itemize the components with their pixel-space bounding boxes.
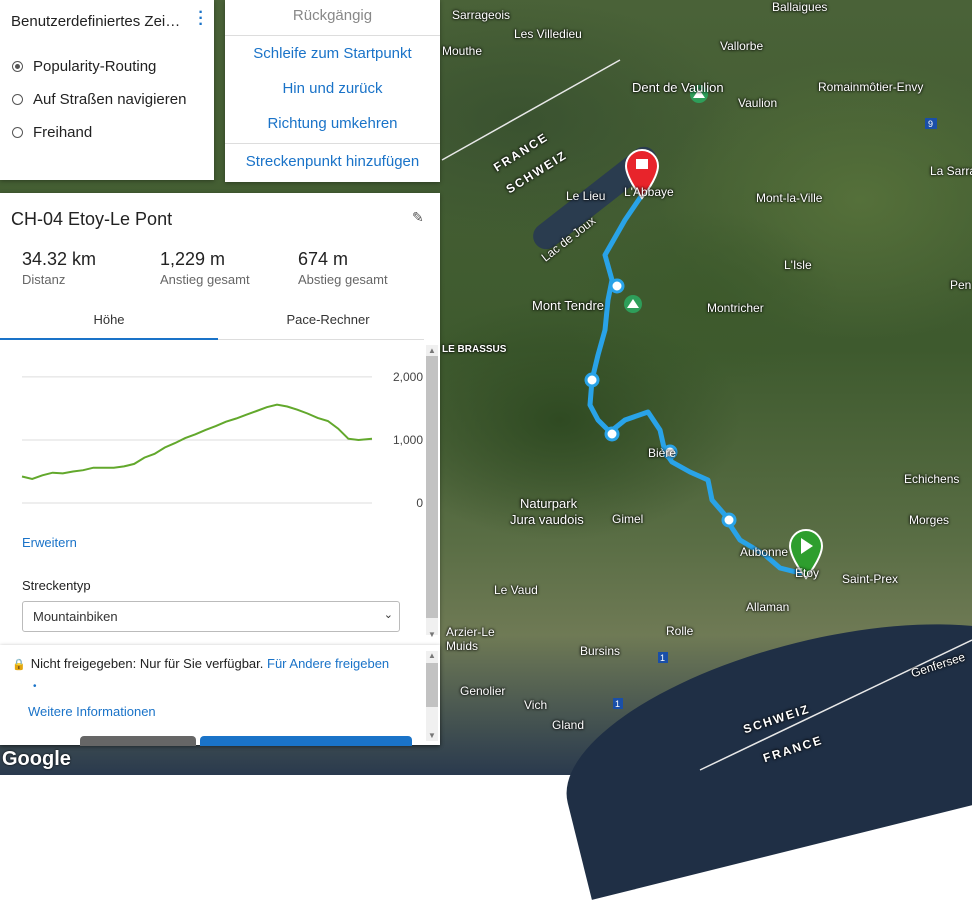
map-label: Morges <box>909 513 950 527</box>
map-label: Allaman <box>746 600 790 614</box>
route-type-value: Mountainbiken <box>33 609 118 624</box>
map-label: Genolier <box>460 684 506 698</box>
map-label: Etoy <box>795 566 820 580</box>
y-tick-label: 1,000 <box>393 433 423 447</box>
cancel-button[interactable] <box>80 736 196 746</box>
menu-divider <box>225 35 440 36</box>
share-status: 🔒 Nicht freigegeben: Nur für Sie verfügba… <box>12 656 389 671</box>
more-info-link[interactable]: Weitere Informationen <box>28 704 156 719</box>
route-type-label: Streckentyp <box>22 578 91 593</box>
y-tick-label: 0 <box>416 496 423 510</box>
radio-popularity-routing[interactable]: Popularity-Routing <box>12 58 156 75</box>
map-label: Gland <box>552 718 585 732</box>
share-with-others-link[interactable]: Für Andere freigeben <box>267 656 389 671</box>
undo-button[interactable]: Rückgängig <box>225 7 440 24</box>
map-label: Le Vaud <box>494 583 538 597</box>
map-label: Gimel <box>612 512 644 526</box>
route-type-select[interactable]: Mountainbiken ⌄ <box>22 601 400 632</box>
edit-pencil-icon[interactable]: ✎ <box>412 209 424 226</box>
share-status-text: Nicht freigegeben: Nur für Sie verfügbar… <box>30 656 264 671</box>
active-tab-indicator <box>0 338 218 340</box>
mountain-poi-icon <box>624 295 642 313</box>
scroll-up-icon[interactable]: ▲ <box>428 346 436 355</box>
map-label: Rolle <box>666 624 694 638</box>
waypoint <box>609 278 625 294</box>
lock-icon: 🔒 <box>12 659 26 671</box>
elevation-chart: 2,000 1,000 0 <box>21 370 423 510</box>
scrollbar-thumb[interactable] <box>426 663 438 707</box>
map-label: L'Abbaye <box>624 185 674 199</box>
y-tick-label: 2,000 <box>393 370 423 384</box>
map-label: Mont Tendre <box>532 298 605 313</box>
ascent-value: 1,229 m <box>160 249 226 269</box>
menu-divider <box>225 143 440 144</box>
share-panel: 🔒 Nicht freigegeben: Nur für Sie verfügba… <box>0 645 440 746</box>
waypoint <box>604 426 620 442</box>
highway-badge-label: 9 <box>928 119 933 129</box>
scrollbar-thumb[interactable] <box>426 356 438 618</box>
distance-value: 34.32 km <box>22 249 97 269</box>
chevron-down-icon: ⌄ <box>383 609 393 621</box>
radio-freehand[interactable]: Freihand <box>12 124 92 141</box>
highway-badge-label: 1 <box>660 653 665 663</box>
map-label: Sarrageois <box>452 8 511 22</box>
bullet-icon: • <box>33 681 37 692</box>
ascent-label: Anstieg gesamt <box>160 272 250 287</box>
radio-label: Popularity-Routing <box>33 58 157 75</box>
waypoint <box>584 372 600 388</box>
map-label: L'Isle <box>784 258 812 272</box>
radio-label: Freihand <box>33 124 93 141</box>
scroll-down-icon[interactable]: ▼ <box>428 630 436 639</box>
map-label: Vallorbe <box>720 39 764 53</box>
map-label: Pen <box>950 278 972 292</box>
radio-label: Auf Straßen navigieren <box>33 91 187 108</box>
tab-pace-calculator[interactable]: Pace-Rechner <box>218 312 438 327</box>
more-vert-icon[interactable]: · · · <box>198 5 204 33</box>
map-label: Vaulion <box>738 96 778 110</box>
map-label: Bursins <box>580 644 621 658</box>
map-label: Les Villedieu <box>514 27 582 41</box>
map-label: Montricher <box>707 301 764 315</box>
map-label: Jura vaudois <box>510 512 584 527</box>
map-label: Romainmôtier-Envy <box>818 80 924 94</box>
map-label: LE BRASSUS <box>442 344 507 355</box>
waypoint <box>721 512 737 528</box>
out-and-back-button[interactable]: Hin und zurück <box>225 80 440 97</box>
descent-label: Abstieg gesamt <box>298 272 388 287</box>
radio-icon[interactable] <box>12 127 23 138</box>
map-label: Dent de Vaulion <box>632 80 724 95</box>
map-label: Mont-la-Ville <box>756 191 823 205</box>
map-label: Mouthe <box>442 44 483 58</box>
map-label: Arzier-Le Muids <box>446 625 495 653</box>
map-label: Echichens <box>904 472 960 486</box>
map-label: Ballaigues <box>772 0 828 14</box>
radio-icon[interactable] <box>12 94 23 105</box>
expand-link[interactable]: Erweitern <box>22 535 77 550</box>
map-label: Saint-Prex <box>842 572 899 586</box>
scroll-down-icon[interactable]: ▼ <box>428 731 436 740</box>
highway-badge-label: 1 <box>615 699 620 709</box>
descent-value: 674 m <box>298 249 349 269</box>
loop-to-start-button[interactable]: Schleife zum Startpunkt <box>225 45 440 62</box>
routing-mode-title: Benutzerdefiniertes Zei… <box>11 13 181 30</box>
scroll-up-icon[interactable]: ▲ <box>428 651 436 660</box>
route-title: CH-04 Etoy-Le Pont <box>11 209 173 229</box>
tab-elevation[interactable]: Höhe <box>0 312 218 327</box>
map-label: Bière <box>648 446 677 460</box>
map-label: La Sarraz <box>930 164 972 178</box>
distance-label: Distanz <box>22 272 66 287</box>
radio-selected-icon[interactable] <box>12 61 23 72</box>
elevation-line <box>21 403 373 481</box>
map-label: Aubonne <box>740 545 789 559</box>
save-button[interactable] <box>200 736 412 746</box>
routing-mode-panel: Benutzerdefiniertes Zei… · · · Popularity-… <box>0 0 214 180</box>
reverse-direction-button[interactable]: Richtung umkehren <box>225 115 440 132</box>
radio-road-navigation[interactable]: Auf Straßen navigieren <box>12 91 186 108</box>
google-logo: Google <box>2 748 71 770</box>
map-label: Vich <box>524 698 548 712</box>
map-label: Naturpark <box>520 496 578 511</box>
route-actions-menu: Rückgängig Schleife zum Startpunkt Hin u… <box>225 0 440 182</box>
map-label: Le Lieu <box>566 189 606 203</box>
add-waypoint-button[interactable]: Streckenpunkt hinzufügen <box>225 153 440 170</box>
